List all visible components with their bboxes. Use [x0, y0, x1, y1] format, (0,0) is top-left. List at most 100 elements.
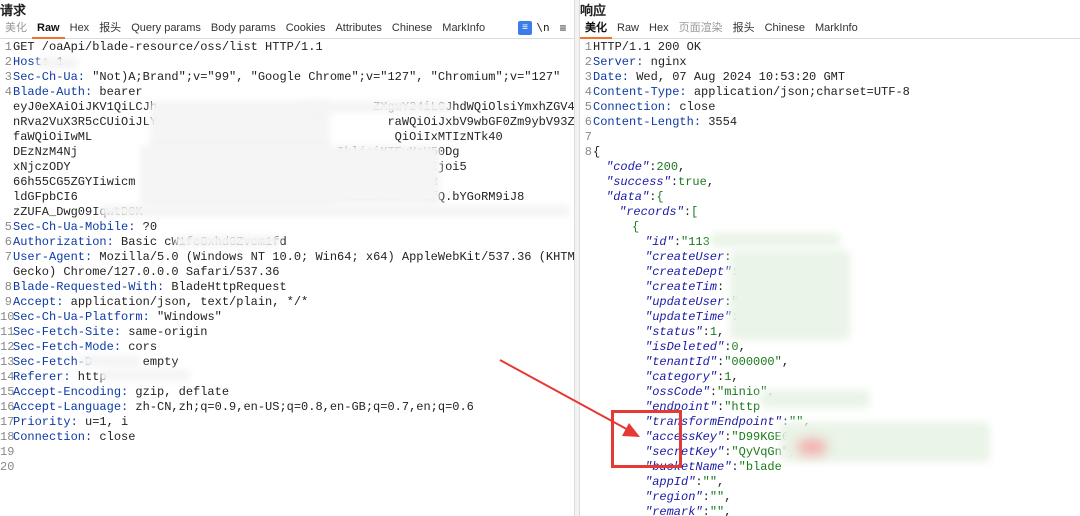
code-line: 15 Accept-Encoding: gzip, deflate	[0, 385, 574, 400]
line-text: GET /oaApi/blade-resource/oss/list HTTP/…	[12, 40, 323, 55]
tab-7[interactable]: Attributes	[330, 19, 386, 39]
tab-2[interactable]: Hex	[644, 19, 674, 39]
tab-1[interactable]: Raw	[32, 19, 65, 39]
line-number: 10	[0, 310, 15, 324]
code-line: "data":{	[580, 190, 1080, 205]
colon: :	[702, 325, 710, 339]
header-key: Blade-Requested-With:	[13, 280, 165, 294]
header-value: Gecko) Chrome/127.0.0.0 Safari/537.36	[13, 265, 280, 279]
tab-3[interactable]: 页面渲染	[674, 19, 728, 39]
code-line: "tenantId":"000000",	[580, 355, 1080, 370]
tab-0[interactable]: 美化	[0, 19, 32, 39]
code-line: 7 User-Agent: Mozilla/5.0 (Windows NT 10.…	[0, 250, 574, 265]
menu-icon[interactable]: ≡	[556, 21, 570, 35]
header-key: Referer:	[13, 370, 71, 384]
json-punct: ,	[724, 505, 732, 516]
line-number: 15	[0, 385, 15, 399]
json-punct: ,	[717, 475, 725, 489]
json-value: 0	[731, 340, 739, 354]
header-value: application/json;charset=UTF-8	[686, 85, 910, 99]
tab-3[interactable]: 报头	[94, 19, 126, 39]
redaction	[100, 369, 190, 381]
tab-4[interactable]: Query params	[126, 19, 206, 39]
line-text: "remark":"",	[592, 505, 731, 516]
response-title: 响应	[580, 3, 607, 18]
json-key: "updateTime"	[645, 310, 732, 324]
line-number	[580, 460, 592, 475]
code-line: 6Authorization: Basic cW1fcGxhdGZvcm1fd	[0, 235, 574, 250]
json-key: "region"	[645, 490, 703, 504]
wrap-lines-icon[interactable]: ≡	[518, 21, 532, 35]
tab-6[interactable]: MarkInfo	[810, 19, 863, 39]
line-text: Connection: close	[592, 100, 715, 115]
line-number	[0, 265, 12, 280]
code-line: 12 Sec-Fetch-Mode: cors	[0, 340, 574, 355]
json-punct: ,	[706, 175, 715, 189]
line-number	[580, 505, 592, 516]
redaction	[100, 205, 570, 217]
line-number: 1	[584, 40, 592, 54]
header-key: Accept:	[13, 295, 64, 309]
header-key: Sec-Ch-Ua:	[13, 70, 86, 84]
tab-0[interactable]: 美化	[580, 19, 612, 39]
tab-2[interactable]: Hex	[65, 19, 95, 39]
tab-8[interactable]: Chinese	[387, 19, 437, 39]
line-number	[580, 430, 592, 445]
line-number: 6	[584, 115, 592, 129]
code-line: 10 Sec-Ch-Ua-Platform: "Windows"	[0, 310, 574, 325]
tab-4[interactable]: 报头	[728, 19, 760, 39]
line-text: "id":"113	[592, 235, 710, 250]
json-value: "QyVqGn	[731, 445, 782, 459]
tab-5[interactable]: Body params	[206, 19, 281, 39]
line-number: 2	[584, 55, 592, 69]
json-value: {	[656, 190, 664, 204]
code-line: 19	[0, 445, 574, 460]
code-line: 1 HTTP/1.1 200 OK	[580, 40, 1080, 55]
code-line: 6 Content-Length: 3554	[580, 115, 1080, 130]
header-key: Connection:	[593, 100, 673, 114]
line-text: Accept: application/json, text/plain, */…	[12, 295, 308, 310]
header-value: gzip, deflate	[128, 385, 230, 399]
line-number: 3	[4, 70, 12, 84]
json-value: ""	[702, 475, 718, 489]
header-key: Date:	[593, 70, 630, 84]
code-line: 5 Connection: close	[580, 100, 1080, 115]
json-key: "createTim	[645, 280, 718, 294]
line-number: 8	[4, 280, 12, 294]
line-text: Blade-Requested-With: BladeHttpRequest	[12, 280, 287, 295]
redaction	[140, 145, 440, 205]
header-key: Blade-Auth:	[13, 85, 93, 99]
header-value: zh-CN,zh;q=0.9,en-US;q=0.8,en-GB;q=0.7,e…	[128, 400, 474, 414]
code-line: 14 Referer: http	[0, 370, 574, 385]
header-value: 3554	[701, 115, 738, 129]
line-number	[580, 220, 592, 235]
header-key: Authorization:	[13, 235, 114, 249]
header-key: Accept-Encoding:	[13, 385, 129, 399]
json-value: "113	[681, 235, 710, 249]
line-number: 7	[584, 130, 592, 144]
header-value: same-origin	[121, 325, 208, 339]
json-punct: ,	[738, 340, 746, 354]
line-text: Connection: close	[12, 430, 135, 445]
colon: :	[683, 205, 692, 219]
line-number	[580, 475, 592, 490]
header-value: nginx	[643, 55, 687, 69]
json-value: [	[691, 205, 699, 219]
tab-5[interactable]: Chinese	[760, 19, 810, 39]
line-number	[580, 490, 592, 505]
line-number	[0, 130, 12, 145]
line-number: 4	[584, 85, 592, 99]
code-line: 8 Blade-Requested-With: BladeHttpRequest	[0, 280, 574, 295]
json-key: "code"	[606, 160, 650, 174]
line-text: Priority: u=1, i	[12, 415, 128, 430]
header-value: BladeHttpRequest	[164, 280, 287, 294]
line-number	[0, 145, 12, 160]
newline-toggle-button[interactable]: \n	[536, 21, 550, 35]
line-number: 6	[4, 235, 12, 249]
tab-1[interactable]: Raw	[612, 19, 644, 39]
header-value: close	[672, 100, 716, 114]
tab-6[interactable]: Cookies	[281, 19, 331, 39]
line-text: Sec-Ch-Ua-Platform: "Windows"	[12, 310, 222, 325]
line-number: 13	[0, 355, 15, 369]
tab-9[interactable]: MarkInfo	[437, 19, 490, 39]
